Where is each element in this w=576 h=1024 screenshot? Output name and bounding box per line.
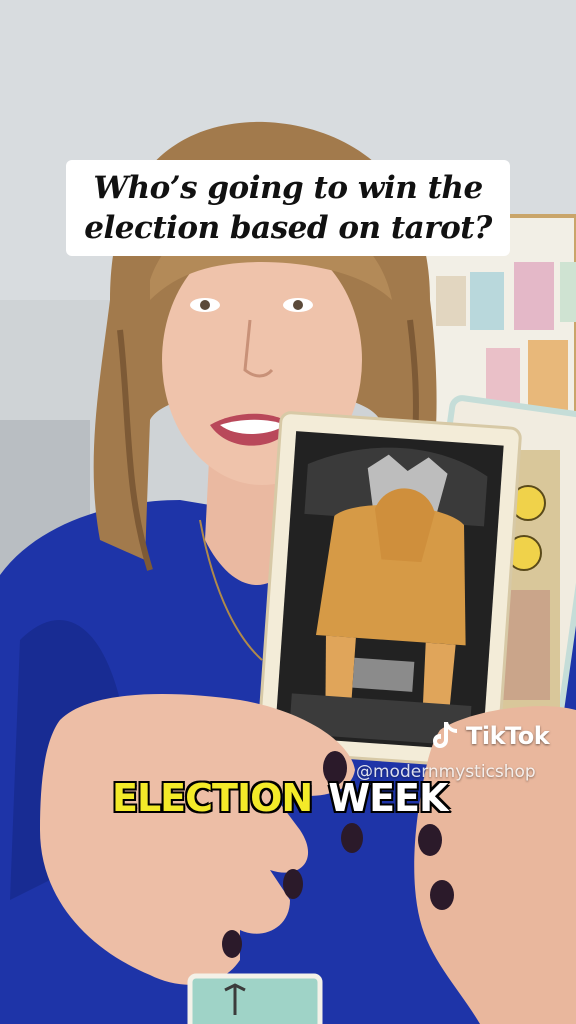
subtitle-word-1: ELECTION: [111, 775, 314, 821]
caption-line-1: Who’s going to win the: [93, 170, 483, 206]
tiktok-watermark: TikTok: [430, 720, 550, 752]
table-tarot-card: [187, 973, 323, 1024]
tiktok-brand: TikTok: [466, 722, 550, 750]
caption-line-2: election based on tarot?: [84, 210, 492, 246]
left-iris: [200, 300, 210, 310]
right-iris: [293, 300, 303, 310]
subtitle: ELECTION WEEK: [111, 775, 449, 826]
video-frame: [0, 0, 576, 1024]
tiktok-logo-icon: [433, 722, 457, 748]
subtitle-word-2: WEEK: [327, 775, 449, 821]
caption-box: Who’s going to win the election based on…: [66, 160, 510, 256]
